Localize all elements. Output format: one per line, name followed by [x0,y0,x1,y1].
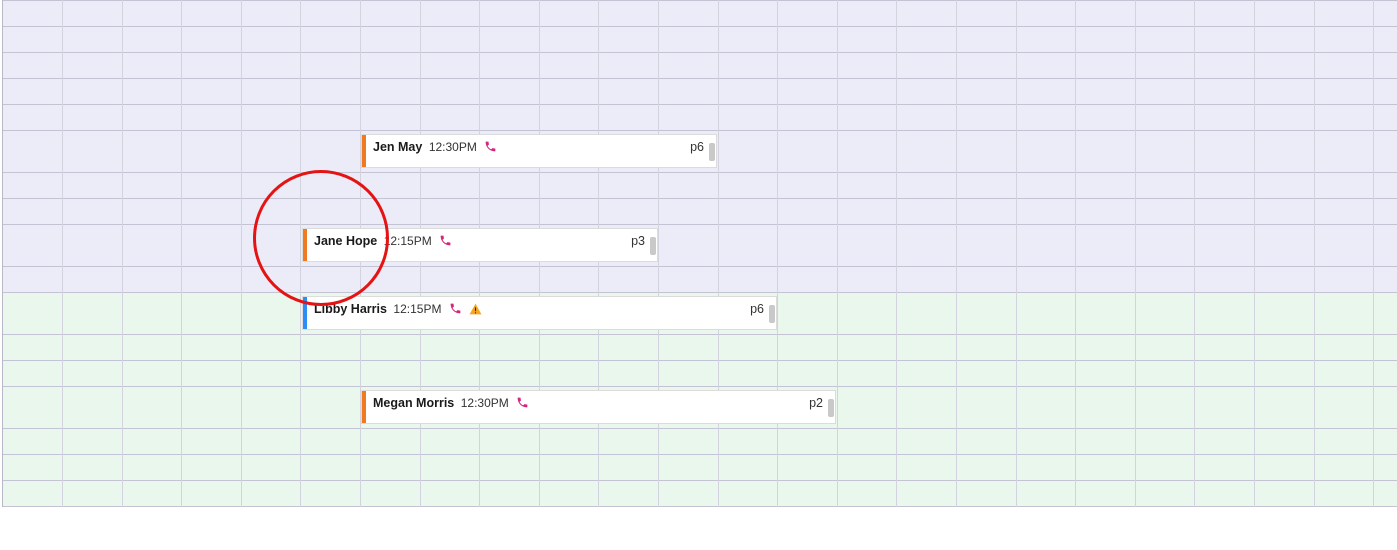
event-page: p3 [631,234,645,248]
event-name: Jen May [373,140,423,154]
resize-handle[interactable] [709,143,715,161]
event-time: 12:30PM [460,396,509,410]
event-card[interactable]: Libby Harris 12:15PM p6 [302,296,777,330]
grid-row-line [2,0,1397,1]
event-color-bar [362,135,366,167]
grid-column-line [241,0,242,507]
event-color-bar [362,391,366,423]
event-page: p6 [750,302,764,316]
grid-column-line [837,0,838,507]
grid-row-line [2,454,1397,455]
resize-handle[interactable] [650,237,656,255]
annotation-circle [253,170,389,306]
grid-column-line [1135,0,1136,507]
grid-column-line [658,0,659,507]
grid-row-line [2,104,1397,105]
grid-column-line [896,0,897,507]
grid-row-line [2,428,1397,429]
grid-column-line [122,0,123,507]
event-time: 12:15PM [383,234,432,248]
event-card[interactable]: Megan Morris 12:30PM p2 [361,390,836,424]
grid-row-line [2,360,1397,361]
grid-column-line [1373,0,1374,507]
grid-column-line [1016,0,1017,507]
grid-row-line [2,78,1397,79]
event-name: Megan Morris [373,396,455,410]
phone-icon [439,234,452,250]
event-card[interactable]: Jen May 12:30PM p6 [361,134,717,168]
grid-column-line [1075,0,1076,507]
grid-column-line [956,0,957,507]
grid-row-line [2,172,1397,173]
grid-row-line [2,506,1397,507]
event-page: p6 [690,140,704,154]
grid-left-border [2,0,3,507]
grid-row-line [2,26,1397,27]
calendar-grid [2,0,1397,507]
grid-row-line [2,266,1397,267]
grid-row-line [2,224,1397,225]
event-time: 12:15PM [393,302,442,316]
grid-row-line [2,52,1397,53]
resize-handle[interactable] [828,399,834,417]
grid-column-line [718,0,719,507]
phone-icon [516,396,529,412]
grid-column-line [1254,0,1255,507]
grid-row-line [2,198,1397,199]
phone-icon [484,140,497,156]
grid-column-line [1314,0,1315,507]
grid-column-line [62,0,63,507]
grid-column-line [777,0,778,507]
grid-row-line [2,292,1397,293]
grid-row-line [2,480,1397,481]
grid-column-line [1194,0,1195,507]
event-page: p2 [809,396,823,410]
phone-icon [449,302,462,318]
grid-row-line [2,334,1397,335]
grid-row-line [2,386,1397,387]
event-time: 12:30PM [428,140,477,154]
grid-row-line [2,130,1397,131]
warning-icon [469,303,482,318]
grid-column-line [181,0,182,507]
resize-handle[interactable] [769,305,775,323]
